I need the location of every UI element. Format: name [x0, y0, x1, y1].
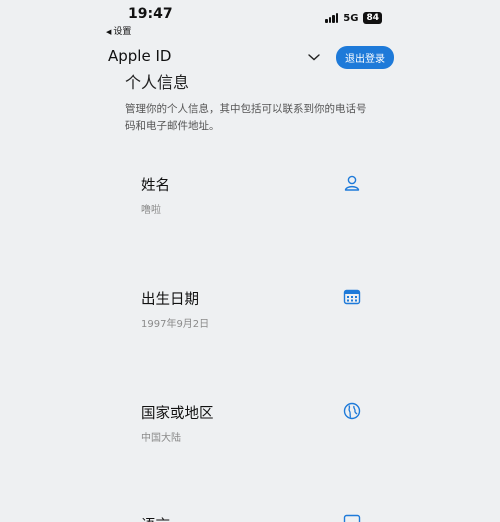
person-icon — [344, 175, 360, 191]
field-value: 1997年9月2日 — [141, 319, 210, 330]
field-value: 噜啦 — [141, 205, 161, 216]
section-description: 管理你的个人信息，其中包括可以联系到你的电话号码和电子邮件地址。 — [125, 103, 367, 132]
back-to-settings-link[interactable]: ◀ 设置 — [106, 24, 131, 37]
back-arrow-icon: ◀ — [106, 28, 112, 36]
chevron-down-icon[interactable] — [308, 51, 320, 63]
status-time: 19:47 — [128, 6, 173, 22]
field-label: 出生日期 — [141, 292, 199, 308]
battery-icon: 84 — [363, 12, 382, 24]
field-language[interactable]: 语言 — [141, 514, 361, 522]
phone-screen: 19:47 ◀ 设置 5G 84 Apple ID 退出登录 个人信息 管理你的个… — [100, 0, 400, 522]
field-value: 中国大陆 — [141, 433, 181, 444]
calendar-icon — [343, 289, 361, 305]
back-label: 设置 — [113, 27, 132, 37]
field-label: 国家或地区 — [141, 406, 214, 422]
content-scroll-area[interactable]: 个人信息 管理你的个人信息，其中包括可以联系到你的电话号码和电子邮件地址。 姓名… — [100, 70, 400, 522]
status-indicators: 5G 84 — [325, 12, 382, 24]
globe-icon — [343, 402, 361, 420]
section-title: 个人信息 — [125, 73, 190, 92]
field-label: 语言 — [141, 514, 361, 522]
field-birthday[interactable]: 出生日期 1997年9月2日 — [141, 288, 361, 330]
field-region[interactable]: 国家或地区 中国大陆 — [141, 402, 361, 444]
logout-button[interactable]: 退出登录 — [336, 46, 394, 69]
signal-icon — [325, 13, 339, 23]
page-title: Apple ID — [108, 47, 172, 65]
field-name[interactable]: 姓名 噜啦 — [141, 174, 361, 216]
network-type: 5G — [343, 12, 359, 24]
language-icon — [343, 514, 361, 522]
field-label: 姓名 — [141, 178, 170, 194]
